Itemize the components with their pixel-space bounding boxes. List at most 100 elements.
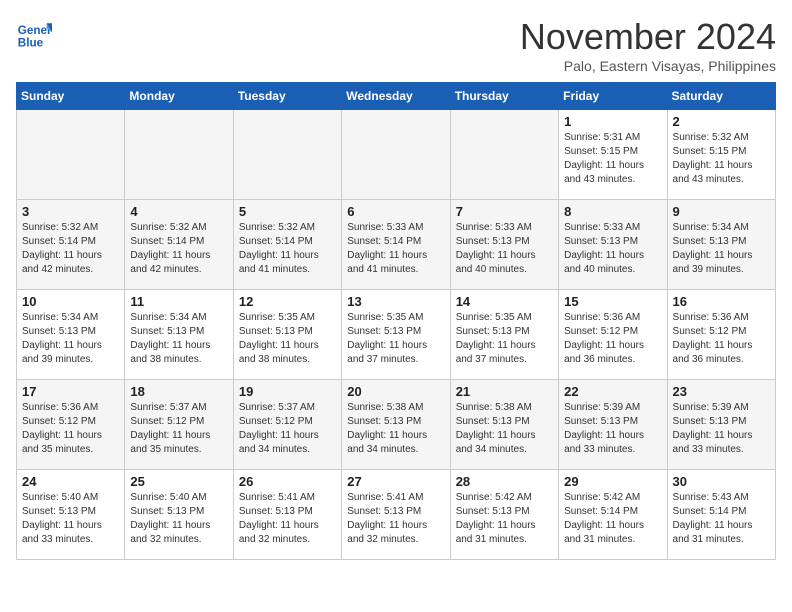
- header-sunday: Sunday: [17, 83, 125, 110]
- title-block: November 2024 Palo, Eastern Visayas, Phi…: [520, 16, 776, 74]
- day-number: 10: [22, 294, 119, 309]
- day-number: 18: [130, 384, 227, 399]
- calendar-cell: 13Sunrise: 5:35 AM Sunset: 5:13 PM Dayli…: [342, 290, 450, 380]
- day-number: 23: [673, 384, 770, 399]
- calendar-cell: 18 Sunrise: 5:37 AM Sunset: 5:12 PM Dayli…: [125, 380, 233, 470]
- day-number: 24: [22, 474, 119, 489]
- cell-info: Sunrise: 5:32 AM Sunset: 5:15 PM Dayligh…: [673, 131, 770, 187]
- week-row-3: 10 Sunrise: 5:34 AM Sunset: 5:13 PM Dayli…: [17, 290, 776, 380]
- cell-info: Sunrise: 5:35 AM Sunset: 5:13 PM Dayligh…: [347, 311, 444, 367]
- day-number: 22: [564, 384, 661, 399]
- cell-info: Sunrise: 5:34 AM Sunset: 5:13 PM Dayligh…: [22, 311, 119, 367]
- day-number: 29: [564, 474, 661, 489]
- cell-info: Sunrise: 5:41 AM Sunset: 5:13 PM Dayligh…: [347, 491, 444, 547]
- header-friday: Friday: [559, 83, 667, 110]
- calendar-cell: 27 Sunrise: 5:41 AM Sunset: 5:13 PM Dayli…: [342, 470, 450, 560]
- cell-info: Sunrise: 5:40 AM Sunset: 5:13 PM Dayligh…: [22, 491, 119, 547]
- calendar-cell: 23 Sunrise: 5:39 AM Sunset: 5:13 PM Dayli…: [667, 380, 775, 470]
- cell-info: Sunrise: 5:39 AM Sunset: 5:13 PM Dayligh…: [564, 401, 661, 457]
- calendar-cell: 17 Sunrise: 5:36 AM Sunset: 5:12 PM Dayli…: [17, 380, 125, 470]
- page-header: General Blue November 2024 Palo, Eastern…: [16, 16, 776, 74]
- day-number: 25: [130, 474, 227, 489]
- cell-info: Sunrise: 5:37 AM Sunset: 5:12 PM Dayligh…: [239, 401, 336, 457]
- calendar-cell: 26 Sunrise: 5:41 AM Sunset: 5:13 PM Dayli…: [233, 470, 341, 560]
- logo: General Blue: [16, 16, 52, 52]
- day-number: 4: [130, 204, 227, 219]
- day-number: 17: [22, 384, 119, 399]
- day-number: 26: [239, 474, 336, 489]
- day-number: 28: [456, 474, 553, 489]
- cell-info: Sunrise: 5:40 AM Sunset: 5:13 PM Dayligh…: [130, 491, 227, 547]
- day-number: 12: [239, 294, 336, 309]
- cell-info: Sunrise: 5:34 AM Sunset: 5:13 PM Dayligh…: [673, 221, 770, 277]
- cell-info: Sunrise: 5:33 AM Sunset: 5:13 PM Dayligh…: [564, 221, 661, 277]
- calendar-table: SundayMondayTuesdayWednesdayThursdayFrid…: [16, 82, 776, 560]
- cell-info: Sunrise: 5:32 AM Sunset: 5:14 PM Dayligh…: [130, 221, 227, 277]
- calendar-cell: 12Sunrise: 5:35 AM Sunset: 5:13 PM Dayli…: [233, 290, 341, 380]
- calendar-cell: [450, 110, 558, 200]
- calendar-cell: 14 Sunrise: 5:35 AM Sunset: 5:13 PM Dayli…: [450, 290, 558, 380]
- month-title: November 2024: [520, 16, 776, 58]
- cell-info: Sunrise: 5:38 AM Sunset: 5:13 PM Dayligh…: [347, 401, 444, 457]
- week-row-4: 17 Sunrise: 5:36 AM Sunset: 5:12 PM Dayli…: [17, 380, 776, 470]
- calendar-cell: [233, 110, 341, 200]
- calendar-cell: 11 Sunrise: 5:34 AM Sunset: 5:13 PM Dayli…: [125, 290, 233, 380]
- header-thursday: Thursday: [450, 83, 558, 110]
- cell-info: Sunrise: 5:38 AM Sunset: 5:13 PM Dayligh…: [456, 401, 553, 457]
- week-row-1: 1 Sunrise: 5:31 AM Sunset: 5:15 PM Daylig…: [17, 110, 776, 200]
- day-number: 8: [564, 204, 661, 219]
- calendar-cell: 25 Sunrise: 5:40 AM Sunset: 5:13 PM Dayli…: [125, 470, 233, 560]
- day-number: 3: [22, 204, 119, 219]
- day-number: 14: [456, 294, 553, 309]
- cell-info: Sunrise: 5:42 AM Sunset: 5:13 PM Dayligh…: [456, 491, 553, 547]
- week-row-5: 24 Sunrise: 5:40 AM Sunset: 5:13 PM Dayli…: [17, 470, 776, 560]
- day-number: 19: [239, 384, 336, 399]
- cell-info: Sunrise: 5:42 AM Sunset: 5:14 PM Dayligh…: [564, 491, 661, 547]
- day-number: 21: [456, 384, 553, 399]
- cell-info: Sunrise: 5:39 AM Sunset: 5:13 PM Dayligh…: [673, 401, 770, 457]
- header-wednesday: Wednesday: [342, 83, 450, 110]
- day-number: 9: [673, 204, 770, 219]
- day-number: 7: [456, 204, 553, 219]
- header-row: SundayMondayTuesdayWednesdayThursdayFrid…: [17, 83, 776, 110]
- cell-info: Sunrise: 5:36 AM Sunset: 5:12 PM Dayligh…: [564, 311, 661, 367]
- cell-info: Sunrise: 5:34 AM Sunset: 5:13 PM Dayligh…: [130, 311, 227, 367]
- calendar-cell: [125, 110, 233, 200]
- cell-info: Sunrise: 5:41 AM Sunset: 5:13 PM Dayligh…: [239, 491, 336, 547]
- calendar-cell: 19 Sunrise: 5:37 AM Sunset: 5:12 PM Dayli…: [233, 380, 341, 470]
- calendar-cell: 15Sunrise: 5:36 AM Sunset: 5:12 PM Dayli…: [559, 290, 667, 380]
- calendar-cell: 30Sunrise: 5:43 AM Sunset: 5:14 PM Dayli…: [667, 470, 775, 560]
- day-number: 16: [673, 294, 770, 309]
- calendar-cell: 21 Sunrise: 5:38 AM Sunset: 5:13 PM Dayli…: [450, 380, 558, 470]
- calendar-cell: 20Sunrise: 5:38 AM Sunset: 5:13 PM Dayli…: [342, 380, 450, 470]
- cell-info: Sunrise: 5:33 AM Sunset: 5:13 PM Dayligh…: [456, 221, 553, 277]
- calendar-cell: 3 Sunrise: 5:32 AM Sunset: 5:14 PM Daylig…: [17, 200, 125, 290]
- calendar-cell: 4 Sunrise: 5:32 AM Sunset: 5:14 PM Daylig…: [125, 200, 233, 290]
- location: Palo, Eastern Visayas, Philippines: [520, 58, 776, 74]
- header-saturday: Saturday: [667, 83, 775, 110]
- calendar-cell: 6Sunrise: 5:33 AM Sunset: 5:14 PM Daylig…: [342, 200, 450, 290]
- calendar-cell: 5 Sunrise: 5:32 AM Sunset: 5:14 PM Daylig…: [233, 200, 341, 290]
- day-number: 11: [130, 294, 227, 309]
- day-number: 1: [564, 114, 661, 129]
- cell-info: Sunrise: 5:37 AM Sunset: 5:12 PM Dayligh…: [130, 401, 227, 457]
- day-number: 6: [347, 204, 444, 219]
- cell-info: Sunrise: 5:31 AM Sunset: 5:15 PM Dayligh…: [564, 131, 661, 187]
- cell-info: Sunrise: 5:32 AM Sunset: 5:14 PM Dayligh…: [239, 221, 336, 277]
- calendar-cell: 7 Sunrise: 5:33 AM Sunset: 5:13 PM Daylig…: [450, 200, 558, 290]
- calendar-cell: 9 Sunrise: 5:34 AM Sunset: 5:13 PM Daylig…: [667, 200, 775, 290]
- cell-info: Sunrise: 5:32 AM Sunset: 5:14 PM Dayligh…: [22, 221, 119, 277]
- logo-icon: General Blue: [16, 16, 52, 52]
- calendar-cell: [17, 110, 125, 200]
- cell-info: Sunrise: 5:36 AM Sunset: 5:12 PM Dayligh…: [22, 401, 119, 457]
- cell-info: Sunrise: 5:35 AM Sunset: 5:13 PM Dayligh…: [456, 311, 553, 367]
- header-tuesday: Tuesday: [233, 83, 341, 110]
- calendar-cell: 28 Sunrise: 5:42 AM Sunset: 5:13 PM Dayli…: [450, 470, 558, 560]
- day-number: 5: [239, 204, 336, 219]
- calendar-cell: 22 Sunrise: 5:39 AM Sunset: 5:13 PM Dayli…: [559, 380, 667, 470]
- cell-info: Sunrise: 5:36 AM Sunset: 5:12 PM Dayligh…: [673, 311, 770, 367]
- calendar-cell: 16 Sunrise: 5:36 AM Sunset: 5:12 PM Dayli…: [667, 290, 775, 380]
- calendar-cell: [342, 110, 450, 200]
- day-number: 27: [347, 474, 444, 489]
- cell-info: Sunrise: 5:43 AM Sunset: 5:14 PM Dayligh…: [673, 491, 770, 547]
